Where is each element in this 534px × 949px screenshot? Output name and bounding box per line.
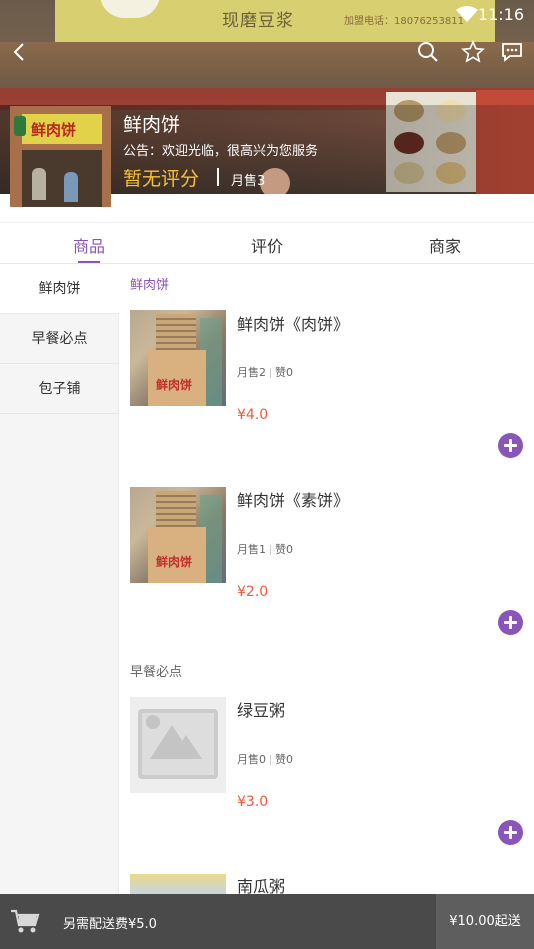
product-image[interactable] bbox=[130, 874, 226, 894]
minimum-order-button[interactable]: ¥10.00起送 bbox=[436, 894, 534, 949]
product-sales: 月售0 bbox=[237, 753, 266, 766]
add-to-cart-button[interactable] bbox=[498, 433, 523, 458]
product-price: ¥2.0 bbox=[237, 584, 269, 600]
tab-goods[interactable]: 商品 bbox=[73, 233, 105, 257]
tab-merchant[interactable]: 商家 bbox=[429, 233, 461, 257]
shop-thumbnail: 鲜肉饼 bbox=[10, 106, 111, 207]
cart-bar: 另需配送费¥5.0 ¥10.00起送 bbox=[0, 894, 534, 949]
product-likes: 赞0 bbox=[275, 753, 293, 766]
product-price: ¥3.0 bbox=[237, 794, 269, 810]
favorite-star-icon[interactable] bbox=[461, 40, 485, 64]
product-image[interactable]: 鲜肉饼 bbox=[130, 310, 226, 406]
tab-bar: 商品 评价 商家 bbox=[0, 222, 534, 264]
product-image[interactable]: 鲜肉饼 bbox=[130, 487, 226, 583]
shop-notice: 公告：欢迎光临，很高兴为您服务 bbox=[123, 144, 319, 159]
shopping-cart-icon[interactable] bbox=[10, 908, 40, 934]
chat-icon[interactable] bbox=[500, 40, 524, 64]
product-likes: 赞0 bbox=[275, 366, 293, 379]
tab-reviews[interactable]: 评价 bbox=[251, 233, 283, 257]
sidebar-item-breakfast[interactable]: 早餐必点 bbox=[0, 314, 119, 364]
sidebar-item-xianroubing[interactable]: 鲜肉饼 bbox=[0, 264, 119, 314]
product-price: ¥4.0 bbox=[237, 407, 269, 423]
product-sales: 月售2 bbox=[237, 366, 266, 379]
product-name[interactable]: 鲜肉饼《素饼》 bbox=[237, 487, 349, 511]
banner-sign-phone: 加盟电话：18076253811 bbox=[344, 16, 464, 27]
product-meta: 月售0 赞0 bbox=[237, 751, 293, 767]
product-name[interactable]: 鲜肉饼《肉饼》 bbox=[237, 311, 349, 335]
product-name[interactable]: 绿豆粥 bbox=[237, 697, 285, 721]
back-icon[interactable] bbox=[8, 40, 32, 64]
wifi-icon bbox=[456, 6, 478, 22]
sidebar-item-baozi[interactable]: 包子铺 bbox=[0, 364, 119, 414]
shop-header: 现磨豆浆 加盟电话：18076253811 11:16 鲜肉饼 鲜肉饼 公告：欢… bbox=[0, 0, 534, 222]
tab-active-indicator bbox=[78, 261, 100, 263]
shop-rating: 暂无评分 bbox=[123, 168, 200, 190]
add-to-cart-button[interactable] bbox=[498, 820, 523, 845]
category-sidebar: 鲜肉饼 早餐必点 包子铺 bbox=[0, 264, 119, 894]
section-title: 鲜肉饼 bbox=[130, 278, 170, 293]
product-sales: 月售1 bbox=[237, 543, 266, 556]
product-image-placeholder[interactable] bbox=[130, 697, 226, 793]
delivery-fee: 另需配送费¥5.0 bbox=[63, 917, 157, 932]
banner-beam bbox=[0, 42, 534, 88]
banner-sign-text: 现磨豆浆 bbox=[222, 11, 294, 31]
rating-divider bbox=[217, 168, 219, 186]
product-likes: 赞0 bbox=[275, 543, 293, 556]
section-title: 早餐必点 bbox=[130, 665, 183, 680]
product-meta: 月售2 赞0 bbox=[237, 364, 293, 380]
add-to-cart-button[interactable] bbox=[498, 610, 523, 635]
shop-name: 鲜肉饼 bbox=[123, 114, 181, 136]
status-time: 11:16 bbox=[477, 5, 524, 24]
shop-monthly-sales: 月售3 bbox=[231, 174, 266, 189]
search-icon[interactable] bbox=[416, 40, 440, 64]
product-meta: 月售1 赞0 bbox=[237, 541, 293, 557]
